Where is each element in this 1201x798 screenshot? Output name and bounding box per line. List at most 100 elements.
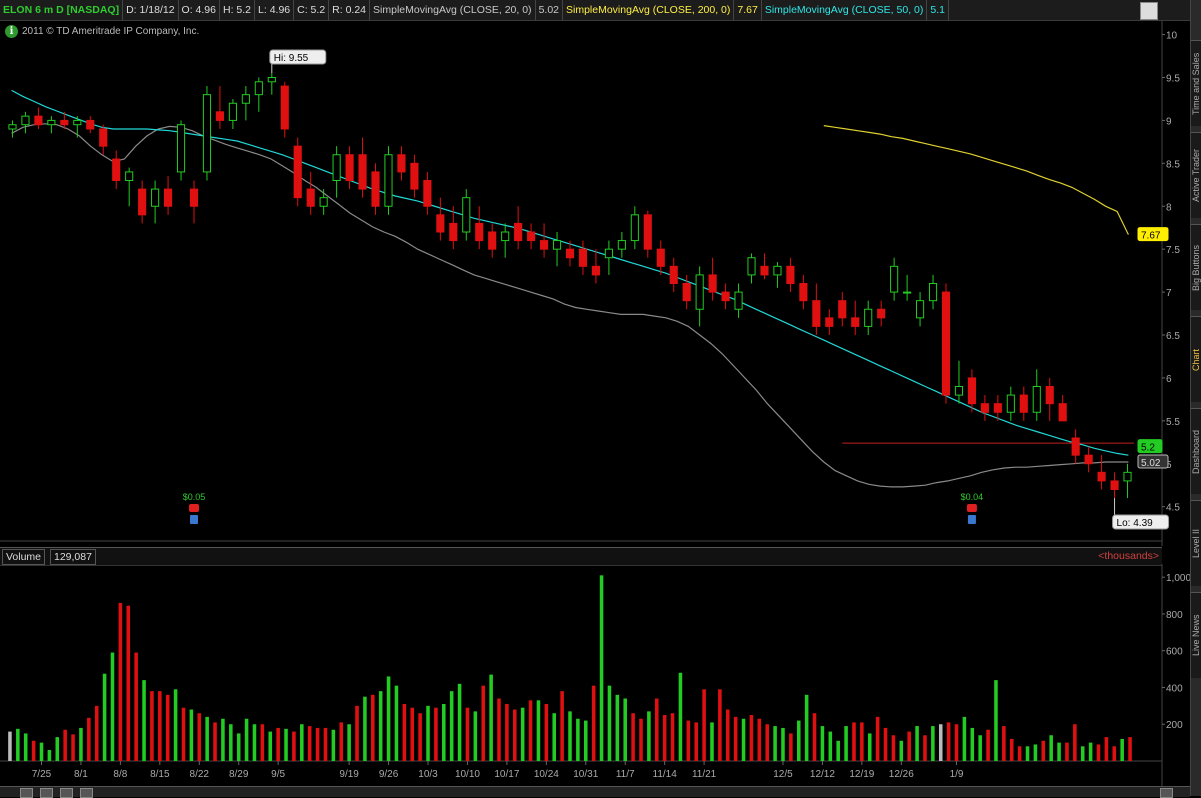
- candle[interactable]: [462, 189, 471, 241]
- volume-bar[interactable]: [173, 689, 178, 761]
- candle[interactable]: [877, 300, 886, 327]
- volume-bar[interactable]: [883, 727, 888, 761]
- candle[interactable]: [228, 98, 237, 129]
- volume-bar[interactable]: [489, 674, 493, 761]
- volume-bar[interactable]: [236, 733, 241, 761]
- candle[interactable]: [1084, 446, 1093, 473]
- dividend-marker[interactable]: $0.05: [183, 492, 206, 524]
- volume-bar[interactable]: [860, 722, 864, 761]
- candle[interactable]: [708, 257, 717, 301]
- volume-bar[interactable]: [165, 694, 170, 761]
- volume-bar[interactable]: [662, 715, 667, 761]
- candle[interactable]: [1097, 455, 1106, 490]
- volume-bar[interactable]: [23, 733, 28, 761]
- candle[interactable]: [721, 283, 730, 310]
- volume-bar[interactable]: [631, 713, 635, 761]
- candle[interactable]: [760, 253, 769, 280]
- volume-bar[interactable]: [623, 698, 627, 761]
- volume-bar[interactable]: [244, 718, 249, 761]
- candle[interactable]: [838, 292, 847, 327]
- volume-bar[interactable]: [891, 735, 896, 761]
- volume-bar[interactable]: [773, 726, 777, 761]
- volume-bar[interactable]: [378, 691, 383, 761]
- volume-bar[interactable]: [16, 728, 20, 761]
- volume-bar[interactable]: [710, 722, 714, 761]
- volume-bar[interactable]: [741, 718, 746, 761]
- candle[interactable]: [423, 171, 432, 215]
- volume-bar[interactable]: [765, 724, 769, 761]
- right-tab-dashboard[interactable]: Dashboard: [1191, 408, 1201, 494]
- candle[interactable]: [967, 369, 976, 413]
- volume-bar[interactable]: [923, 735, 927, 761]
- candle[interactable]: [1071, 429, 1080, 464]
- volume-bar[interactable]: [686, 720, 691, 761]
- candle[interactable]: [475, 206, 484, 250]
- volume-bar[interactable]: [126, 605, 131, 761]
- volume-bar[interactable]: [315, 727, 320, 761]
- right-tab-level-ii[interactable]: Level II: [1191, 500, 1201, 586]
- volume-bar[interactable]: [55, 737, 60, 761]
- candle[interactable]: [345, 146, 354, 190]
- volume-bar[interactable]: [1088, 742, 1093, 761]
- candle[interactable]: [293, 137, 302, 207]
- volume-bar[interactable]: [875, 716, 880, 761]
- candle[interactable]: [1110, 472, 1119, 499]
- volume-bar[interactable]: [8, 731, 12, 761]
- volume-bar[interactable]: [591, 685, 596, 761]
- volume-bar[interactable]: [1073, 724, 1077, 761]
- candle[interactable]: [552, 232, 562, 267]
- volume-bar[interactable]: [150, 691, 154, 761]
- volume-bar[interactable]: [812, 713, 817, 761]
- volume-bar[interactable]: [402, 704, 407, 761]
- volume-bar[interactable]: [702, 689, 706, 761]
- volume-bar[interactable]: [970, 727, 975, 761]
- volume-bar[interactable]: [347, 724, 351, 761]
- volume-bar[interactable]: [205, 716, 209, 761]
- volume-bar[interactable]: [560, 691, 564, 761]
- candle[interactable]: [786, 257, 795, 293]
- candle[interactable]: [384, 146, 393, 215]
- right-tab-time-and-sales[interactable]: Time and Sales: [1191, 40, 1201, 126]
- volume-bar[interactable]: [505, 704, 509, 761]
- volume-bar[interactable]: [1017, 746, 1022, 761]
- candle[interactable]: [604, 240, 613, 275]
- candle[interactable]: [928, 274, 938, 310]
- volume-bar[interactable]: [442, 704, 446, 761]
- candle[interactable]: [21, 111, 30, 134]
- candle[interactable]: [138, 180, 147, 224]
- volume-label[interactable]: Volume: [2, 549, 46, 565]
- volume-bar[interactable]: [197, 713, 202, 761]
- volume-bar[interactable]: [836, 740, 840, 761]
- volume-bar[interactable]: [1128, 737, 1132, 761]
- pan-left-button[interactable]: [60, 788, 73, 798]
- volume-bar[interactable]: [189, 709, 194, 761]
- candle[interactable]: [825, 309, 834, 335]
- candle[interactable]: [215, 86, 224, 129]
- candle[interactable]: [941, 283, 951, 404]
- candle[interactable]: [799, 274, 808, 310]
- volume-bar[interactable]: [804, 694, 809, 761]
- volume-bar[interactable]: [457, 683, 462, 761]
- candle[interactable]: [656, 240, 665, 275]
- volume-bar[interactable]: [63, 729, 67, 761]
- zoom-out-button[interactable]: [40, 788, 53, 798]
- candle[interactable]: [397, 146, 406, 181]
- symbol-label[interactable]: ELON 6 m D [NASDAQ]: [0, 0, 124, 20]
- right-tab-live-news[interactable]: Live News: [1191, 592, 1201, 678]
- volume-bar[interactable]: [654, 698, 659, 761]
- candle[interactable]: [189, 180, 199, 224]
- volume-bar[interactable]: [339, 722, 344, 761]
- volume-bar[interactable]: [962, 716, 967, 761]
- volume-bar[interactable]: [410, 707, 415, 761]
- volume-bar[interactable]: [584, 720, 588, 761]
- candle[interactable]: [151, 180, 160, 224]
- volume-bar[interactable]: [497, 698, 501, 761]
- volume-bar[interactable]: [307, 726, 312, 761]
- pan-right-button[interactable]: [80, 788, 93, 798]
- candle[interactable]: [410, 154, 419, 198]
- volume-bar[interactable]: [110, 652, 115, 761]
- volume-bar[interactable]: [252, 724, 257, 761]
- right-tab-chart[interactable]: Chart: [1191, 316, 1201, 402]
- volume-bar[interactable]: [694, 722, 698, 761]
- candle[interactable]: [371, 163, 380, 215]
